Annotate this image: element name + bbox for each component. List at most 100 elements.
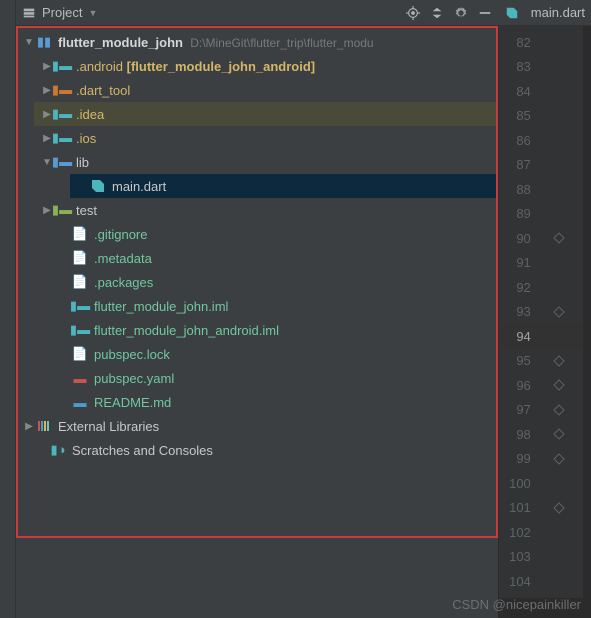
project-panel-title: Project bbox=[42, 5, 82, 20]
tree-item-ios[interactable]: ▶ ▮▬ .ios bbox=[34, 126, 498, 150]
tree-item-android[interactable]: ▶ ▮▬ .android [flutter_module_john_andro… bbox=[34, 54, 498, 78]
line-number: 87 bbox=[499, 157, 539, 172]
tree-item-iml1[interactable]: ▶ ▮▬ flutter_module_john.iml bbox=[52, 294, 498, 318]
gutter-line[interactable]: 86 bbox=[499, 128, 583, 153]
tree-item-dart-tool[interactable]: ▶ ▮▬ .dart_tool bbox=[34, 78, 498, 102]
project-panel-header: Project ▼ bbox=[16, 0, 498, 26]
gutter-line[interactable]: 89 bbox=[499, 202, 583, 227]
gutter-line[interactable]: 84 bbox=[499, 79, 583, 104]
locate-icon[interactable] bbox=[406, 6, 420, 20]
folder-label: .android bbox=[76, 59, 123, 74]
md-file-icon: ▬ bbox=[72, 394, 88, 410]
gutter-line[interactable]: 104 bbox=[499, 569, 583, 594]
line-number: 94 bbox=[499, 329, 539, 344]
file-label: README.md bbox=[94, 395, 171, 410]
gutter-line[interactable]: 96 bbox=[499, 373, 583, 398]
gutter-line[interactable]: 95 bbox=[499, 349, 583, 374]
fold-marker-icon[interactable] bbox=[553, 355, 565, 367]
dart-file-icon bbox=[504, 5, 520, 21]
file-label: .metadata bbox=[94, 251, 152, 266]
expand-arrow-icon[interactable]: ▼ bbox=[22, 37, 36, 48]
file-label: flutter_module_john_android.iml bbox=[94, 323, 279, 338]
folder-icon: ▮▬ bbox=[54, 106, 70, 122]
fold-marker-icon[interactable] bbox=[553, 379, 565, 391]
fold-marker-icon[interactable] bbox=[553, 306, 565, 318]
gutter-line[interactable]: 85 bbox=[499, 104, 583, 129]
fold-marker-icon[interactable] bbox=[553, 232, 565, 244]
line-number: 98 bbox=[499, 427, 539, 442]
gear-icon[interactable] bbox=[454, 6, 468, 20]
editor-tab-bar: main.dart bbox=[498, 0, 591, 26]
tree-item-pubspec-lock[interactable]: ▶ 📄 pubspec.lock bbox=[52, 342, 498, 366]
gutter-line[interactable]: 99 bbox=[499, 447, 583, 472]
folder-label: .ios bbox=[76, 131, 96, 146]
line-number: 92 bbox=[499, 280, 539, 295]
ide-left-sidebar[interactable] bbox=[0, 0, 16, 618]
libraries-icon bbox=[36, 418, 52, 434]
gutter-line[interactable]: 94 bbox=[499, 324, 583, 349]
tree-item-metadata[interactable]: ▶ 📄 .metadata bbox=[52, 246, 498, 270]
fold-marker-icon[interactable] bbox=[553, 502, 565, 514]
gutter-line[interactable]: 90 bbox=[499, 226, 583, 251]
fold-marker-icon[interactable] bbox=[553, 428, 565, 440]
file-icon: 📄 bbox=[72, 274, 88, 290]
line-number: 102 bbox=[499, 525, 539, 540]
gutter-line[interactable]: 87 bbox=[499, 153, 583, 178]
tree-item-scratches[interactable]: ▶ ▮◑ Scratches and Consoles bbox=[16, 438, 498, 462]
folder-label: .idea bbox=[76, 107, 104, 122]
root-path: D:\MineGit\flutter_trip\flutter_modu bbox=[190, 36, 373, 50]
editor-tab[interactable]: main.dart bbox=[504, 5, 585, 21]
fold-marker-icon[interactable] bbox=[553, 404, 565, 416]
sidebar-tab-label[interactable] bbox=[0, 0, 2, 8]
tree-item-iml2[interactable]: ▶ ▮▬ flutter_module_john_android.iml bbox=[52, 318, 498, 342]
dart-file-icon bbox=[90, 178, 106, 194]
project-tree: ▼ ▮▮ flutter_module_john D:\MineGit\flut… bbox=[16, 26, 498, 618]
tree-item-main-dart[interactable]: ▶ main.dart bbox=[70, 174, 498, 198]
expand-arrow-icon[interactable]: ▶ bbox=[22, 421, 36, 432]
gutter-line[interactable]: 92 bbox=[499, 275, 583, 300]
tree-item-readme[interactable]: ▶ ▬ README.md bbox=[52, 390, 498, 414]
gutter-line[interactable]: 88 bbox=[499, 177, 583, 202]
file-icon: 📄 bbox=[72, 346, 88, 362]
external-libs-label: External Libraries bbox=[58, 419, 159, 434]
gutter-line[interactable]: 83 bbox=[499, 55, 583, 80]
line-number: 83 bbox=[499, 59, 539, 74]
minimize-icon[interactable] bbox=[478, 6, 492, 20]
gutter-line[interactable]: 100 bbox=[499, 471, 583, 496]
gutter-line[interactable]: 103 bbox=[499, 545, 583, 570]
tree-item-external-libs[interactable]: ▶ External Libraries bbox=[16, 414, 498, 438]
file-icon: 📄 bbox=[72, 250, 88, 266]
folder-icon: ▮▬ bbox=[54, 130, 70, 146]
tree-item-lib[interactable]: ▼ ▮▬ lib bbox=[34, 150, 498, 174]
chevron-down-icon[interactable]: ▼ bbox=[88, 8, 97, 18]
folder-icon: ▮▬ bbox=[54, 82, 70, 98]
line-number: 97 bbox=[499, 402, 539, 417]
gutter-line[interactable]: 93 bbox=[499, 300, 583, 325]
gutter-line[interactable]: 98 bbox=[499, 422, 583, 447]
file-label: main.dart bbox=[112, 179, 166, 194]
gutter-line[interactable]: 82 bbox=[499, 30, 583, 55]
line-number: 99 bbox=[499, 451, 539, 466]
gutter-line[interactable]: 97 bbox=[499, 398, 583, 423]
tab-label: main.dart bbox=[531, 5, 585, 20]
collapse-icon[interactable] bbox=[430, 6, 444, 20]
tree-item-test[interactable]: ▶ ▮▬ test bbox=[34, 198, 498, 222]
line-number: 93 bbox=[499, 304, 539, 319]
watermark: CSDN @nicepainkiller bbox=[452, 597, 581, 612]
tree-item-gitignore[interactable]: ▶ 📄 .gitignore bbox=[52, 222, 498, 246]
folder-icon: ▮▬ bbox=[54, 202, 70, 218]
fold-marker-icon[interactable] bbox=[553, 453, 565, 465]
file-label: .gitignore bbox=[94, 227, 147, 242]
tree-root[interactable]: ▼ ▮▮ flutter_module_john D:\MineGit\flut… bbox=[16, 30, 498, 54]
gutter-line[interactable]: 102 bbox=[499, 520, 583, 545]
folder-label: lib bbox=[76, 155, 89, 170]
tree-item-packages[interactable]: ▶ 📄 .packages bbox=[52, 270, 498, 294]
line-number: 101 bbox=[499, 500, 539, 515]
module-icon: ▮▬ bbox=[72, 298, 88, 314]
gutter-line[interactable]: 101 bbox=[499, 496, 583, 521]
module-label: [flutter_module_john_android] bbox=[123, 59, 315, 74]
tree-item-pubspec-yaml[interactable]: ▶ ▬ pubspec.yaml bbox=[52, 366, 498, 390]
module-icon: ▮▬ bbox=[72, 322, 88, 338]
tree-item-idea[interactable]: ▶ ▮▬ .idea bbox=[34, 102, 498, 126]
gutter-line[interactable]: 91 bbox=[499, 251, 583, 276]
